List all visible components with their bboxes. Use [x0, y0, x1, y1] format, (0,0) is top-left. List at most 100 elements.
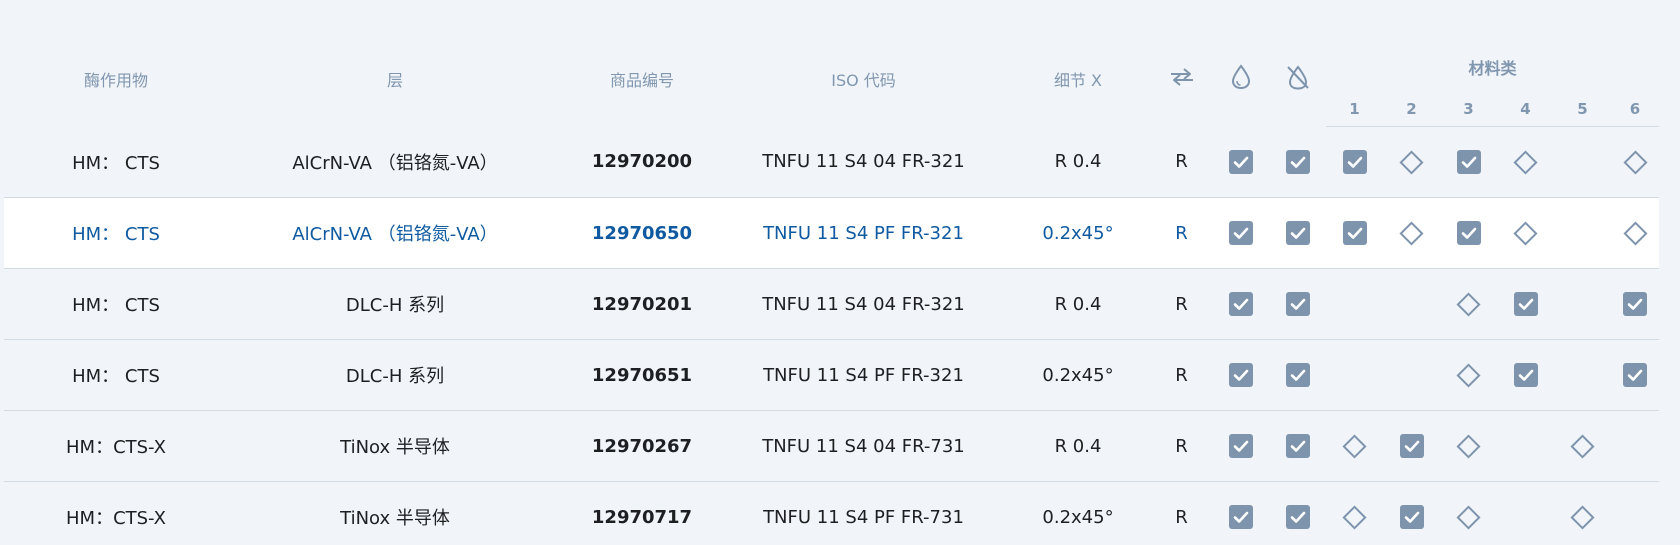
diamond-outline-icon	[1456, 505, 1481, 530]
checkbox-checked-icon	[1228, 434, 1253, 458]
cell-material-6	[1611, 268, 1660, 340]
header-material-4[interactable]: 4	[1497, 92, 1554, 127]
cell-material-1	[1326, 481, 1383, 545]
cell-detail-x: 0.2x45°	[1005, 197, 1151, 269]
product-table: 酶作用物 层 商品编号 ISO 代码 细节 X 材料类 1 2 3 4 5 6 …	[4, 32, 1660, 545]
header-material-6[interactable]: 6	[1611, 92, 1660, 127]
diamond-outline-icon	[1513, 221, 1538, 246]
header-substrate[interactable]: 酶作用物	[4, 32, 228, 127]
checkbox-checked-icon	[1623, 363, 1647, 387]
cell-material-6	[1611, 481, 1660, 545]
cell-material-6	[1611, 410, 1660, 482]
cell-cutting-direction: R	[1151, 481, 1212, 545]
cell-iso-code: TNFU 11 S4 PF FR-731	[722, 481, 1005, 545]
table-row[interactable]: HM：CTS-X TiNox 半导体 12970717 TNFU 11 S4 PF F…	[4, 481, 1660, 545]
checkbox-checked-icon	[1228, 149, 1253, 174]
checkbox-checked-icon	[1513, 363, 1538, 387]
cell-material-3	[1440, 197, 1497, 269]
header-article-number[interactable]: 商品编号	[562, 32, 722, 127]
diamond-outline-icon	[1456, 363, 1481, 388]
cell-material-1	[1326, 410, 1383, 482]
diamond-outline-icon	[1622, 150, 1648, 175]
cell-material-5	[1554, 126, 1611, 198]
cell-layer: AlCrN-VA （铝铬氮-VA）	[228, 126, 562, 198]
checkbox-checked-icon	[1228, 363, 1253, 387]
table-row[interactable]: HM：CTS-X TiNox 半导体 12970267 TNFU 11 S4 04 F…	[4, 410, 1660, 482]
cell-article-number: 12970201	[562, 268, 722, 340]
cell-dry-machining	[1269, 339, 1326, 411]
checkbox-checked-icon	[1285, 292, 1310, 316]
cell-layer: TiNox 半导体	[228, 481, 562, 545]
header-dry-machining[interactable]	[1269, 32, 1326, 127]
header-iso-code[interactable]: ISO 代码	[722, 32, 1005, 127]
cell-substrate: HM：CTS-X	[4, 481, 228, 545]
header-detail-x[interactable]: 细节 X	[1005, 32, 1151, 127]
table-body: HM： CTS AlCrN-VA （铝铬氮-VA） 12970200 TNFU 11 …	[4, 126, 1660, 545]
checkbox-checked-icon	[1285, 221, 1310, 245]
header-material-2[interactable]: 2	[1383, 92, 1440, 127]
cell-layer: DLC-H 系列	[228, 268, 562, 340]
header-material-3[interactable]: 3	[1440, 92, 1497, 127]
cell-material-2	[1383, 197, 1440, 269]
cell-material-1	[1326, 197, 1383, 269]
diamond-outline-icon	[1513, 150, 1538, 175]
cell-article-number: 12970651	[562, 339, 722, 411]
cell-material-5	[1554, 481, 1611, 545]
checkbox-checked-icon	[1342, 150, 1367, 174]
cell-substrate: HM： CTS	[4, 126, 228, 198]
cell-material-4	[1497, 410, 1554, 482]
table-row[interactable]: HM： CTS AlCrN-VA （铝铬氮-VA） 12970200 TNFU 11 …	[4, 126, 1660, 198]
cell-coolant	[1212, 481, 1269, 545]
header-material-1[interactable]: 1	[1326, 92, 1383, 127]
cell-material-5	[1554, 197, 1611, 269]
header-cutting-direction[interactable]	[1151, 32, 1212, 127]
cell-detail-x: R 0.4	[1005, 268, 1151, 340]
cell-cutting-direction: R	[1151, 339, 1212, 411]
table-row[interactable]: HM： CTS AlCrN-VA （铝铬氮-VA） 12970650 TNFU 11 …	[4, 197, 1660, 269]
checkbox-checked-icon	[1456, 150, 1481, 174]
cell-coolant	[1212, 339, 1269, 411]
cell-material-2	[1383, 481, 1440, 545]
cell-detail-x: R 0.4	[1005, 410, 1151, 482]
cell-dry-machining	[1269, 197, 1326, 269]
diamond-outline-icon	[1456, 292, 1481, 317]
checkbox-checked-icon	[1342, 221, 1367, 245]
cell-material-3	[1440, 339, 1497, 411]
cell-material-3	[1440, 126, 1497, 198]
cell-iso-code: TNFU 11 S4 PF FR-321	[722, 197, 1005, 269]
cell-material-2	[1383, 410, 1440, 482]
cell-material-5	[1554, 410, 1611, 482]
header-material-group: 材料类	[1468, 59, 1517, 78]
cell-coolant	[1212, 197, 1269, 269]
cell-material-4	[1497, 126, 1554, 198]
cell-material-1	[1326, 339, 1383, 411]
cell-dry-machining	[1269, 268, 1326, 340]
cell-detail-x: 0.2x45°	[1005, 339, 1151, 411]
swap-arrows-icon	[1168, 66, 1196, 92]
cell-material-1	[1326, 268, 1383, 340]
checkbox-checked-icon	[1623, 292, 1647, 316]
diamond-outline-icon	[1399, 150, 1424, 175]
cell-material-4	[1497, 339, 1554, 411]
cell-iso-code: TNFU 11 S4 04 FR-731	[722, 410, 1005, 482]
cell-material-1	[1326, 126, 1383, 198]
cell-substrate: HM： CTS	[4, 268, 228, 340]
cell-material-6	[1611, 339, 1660, 411]
header-layer[interactable]: 层	[228, 32, 562, 127]
header-material-5[interactable]: 5	[1554, 92, 1611, 127]
cell-coolant	[1212, 268, 1269, 340]
cell-coolant	[1212, 410, 1269, 482]
cell-cutting-direction: R	[1151, 410, 1212, 482]
table-row[interactable]: HM： CTS DLC-H 系列 12970651 TNFU 11 S4 PF FR-…	[4, 339, 1660, 411]
table-row[interactable]: HM： CTS DLC-H 系列 12970201 TNFU 11 S4 04 FR-…	[4, 268, 1660, 340]
product-table-container: 酶作用物 层 商品编号 ISO 代码 细节 X 材料类 1 2 3 4 5 6 …	[0, 0, 1680, 545]
cell-material-4	[1497, 481, 1554, 545]
diamond-outline-icon	[1399, 221, 1424, 246]
cell-coolant	[1212, 126, 1269, 198]
cell-material-2	[1383, 126, 1440, 198]
checkbox-checked-icon	[1228, 292, 1253, 316]
header-coolant[interactable]	[1212, 32, 1269, 127]
cell-article-number: 12970200	[562, 126, 722, 198]
cell-dry-machining	[1269, 410, 1326, 482]
cell-article-number: 12970650	[562, 197, 722, 269]
